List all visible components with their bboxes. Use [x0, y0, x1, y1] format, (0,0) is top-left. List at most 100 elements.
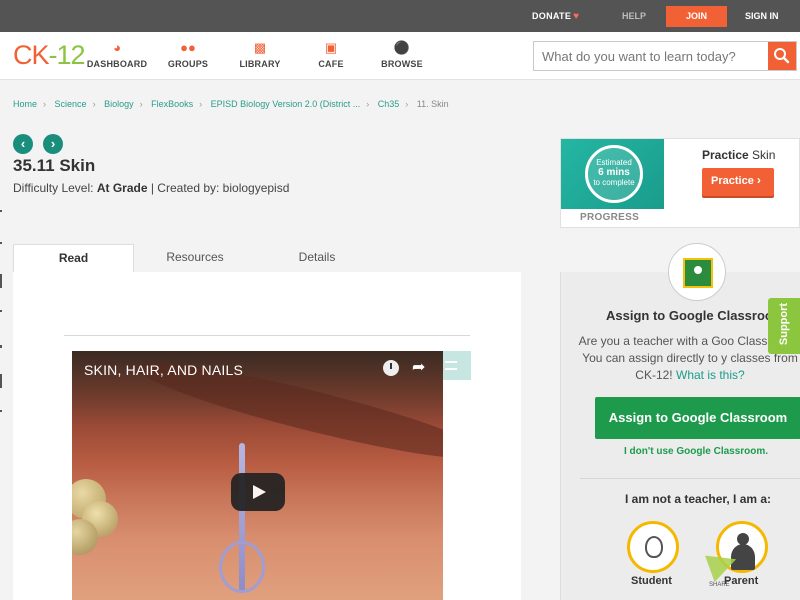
nav-library[interactable]: ▩ LIBRARY — [225, 40, 295, 69]
video-title: SKIN, HAIR, AND NAILS — [84, 362, 244, 378]
breadcrumb-chapter[interactable]: Ch35 — [378, 99, 400, 109]
left-edge-marks — [0, 200, 3, 420]
breadcrumb: Home › Science › Biology › FlexBooks › EPISD… — [13, 99, 449, 109]
nav-dashboard-label: DASHBOARD — [86, 59, 148, 69]
search-box — [533, 41, 797, 71]
classroom-title: Assign to Google Classroo — [606, 308, 773, 323]
nav-browse[interactable]: ⚫ BROWSE — [367, 40, 437, 69]
video-list-toggle[interactable] — [443, 351, 471, 380]
logo-dash: - — [48, 40, 58, 70]
breadcrumb-separator: › — [139, 99, 143, 109]
previous-button[interactable]: ‹ — [13, 134, 33, 154]
share-icon[interactable]: ➦ — [412, 357, 425, 377]
top-utility-bar: DONATE ♥ HELP JOIN SIGN IN — [0, 0, 800, 32]
next-button[interactable]: › — [43, 134, 63, 154]
tab-details[interactable]: Details — [256, 244, 378, 273]
what-is-this-link[interactable]: What is this? — [676, 368, 745, 382]
practice-title-bold: Practice — [702, 148, 749, 162]
practice-thumbnail: Estimated 6 mins to complete — [561, 139, 664, 209]
breadcrumb-science[interactable]: Science — [55, 99, 87, 109]
support-tab[interactable]: Support — [768, 298, 800, 354]
content-tabs: Read Resources Details — [13, 244, 521, 273]
breadcrumb-book[interactable]: EPISD Biology Version 2.0 (District ... — [211, 99, 361, 109]
created-by: | Created by: biologyepisd — [150, 181, 290, 195]
breadcrumb-separator: › — [366, 99, 370, 109]
heart-icon: ♥ — [573, 11, 580, 22]
progress-label: PROGRESS — [580, 212, 640, 223]
breadcrumb-home[interactable]: Home — [13, 99, 37, 109]
edge-mark — [0, 274, 2, 288]
logo-12: 12 — [56, 40, 86, 70]
video-frame-art — [219, 541, 265, 593]
share-label: SHARE — [709, 582, 730, 588]
list-icon — [445, 361, 457, 370]
breadcrumb-separator: › — [43, 99, 47, 109]
edge-mark — [0, 374, 2, 388]
video-player[interactable]: SKIN, HAIR, AND NAILS ➦ — [72, 351, 443, 600]
join-button[interactable]: JOIN — [666, 6, 727, 27]
edge-mark — [0, 345, 2, 348]
cafe-icon: ▣ — [324, 40, 338, 55]
assign-classroom-button[interactable]: Assign to Google Classroom — [595, 397, 800, 439]
estimated-label: Estimated — [596, 158, 632, 167]
practice-card: Estimated 6 mins to complete PROGRESS Pr… — [560, 138, 800, 228]
no-classroom-link[interactable]: I don't use Google Classroom. — [624, 446, 768, 457]
breadcrumb-flexbooks[interactable]: FlexBooks — [151, 99, 193, 109]
breadcrumb-current: 11. Skin — [416, 99, 449, 109]
search-button[interactable] — [768, 42, 796, 70]
breadcrumb-separator: › — [199, 99, 203, 109]
practice-title-rest: Skin — [748, 148, 776, 162]
chevron-left-icon: ‹ — [20, 136, 26, 151]
difficulty-value: At Grade — [96, 181, 148, 195]
groups-icon: ●● — [180, 40, 196, 55]
support-label: Support — [778, 302, 790, 346]
nav-groups[interactable]: ●● GROUPS — [153, 40, 223, 69]
help-link[interactable]: HELP — [622, 11, 646, 21]
ck12-logo[interactable]: CK-12 — [13, 40, 86, 70]
logo-ck: CK — [13, 40, 50, 70]
page-title: 35.11 Skin — [13, 156, 96, 175]
practice-title: Practice Skin — [702, 148, 775, 162]
student-role-button[interactable] — [627, 521, 679, 573]
library-icon: ▩ — [253, 40, 267, 55]
nav-cafe[interactable]: ▣ CAFE — [296, 40, 366, 69]
estimated-minutes: 6 mins — [598, 167, 630, 178]
nav-groups-label: GROUPS — [167, 59, 209, 69]
nav-dashboard[interactable]: ◕ DASHBOARD — [82, 40, 152, 69]
page-meta: Difficulty Level: At Grade | Created by:… — [13, 181, 289, 195]
google-classroom-card: Assign to Google Classroo Are you a teac… — [560, 243, 800, 600]
google-classroom-icon — [668, 243, 726, 301]
tab-resources[interactable]: Resources — [134, 244, 256, 273]
practice-button-label: Practice — [711, 175, 754, 187]
tab-read[interactable]: Read — [13, 244, 134, 273]
donate-link[interactable]: DONATE ♥ — [532, 11, 579, 22]
nav-cafe-label: CAFE — [318, 59, 344, 69]
chevron-right-icon: › — [756, 173, 761, 187]
breadcrumb-separator: › — [405, 99, 409, 109]
browse-icon: ⚫ — [393, 40, 411, 55]
classroom-text: Are you a teacher with a Goo Classroom? … — [575, 333, 800, 384]
nav-library-label: LIBRARY — [239, 59, 281, 69]
play-button[interactable] — [231, 473, 285, 511]
search-input[interactable] — [534, 42, 769, 70]
practice-button[interactable]: Practice › — [702, 168, 774, 196]
dashboard-icon: ◕ — [113, 40, 121, 55]
divider — [580, 478, 800, 479]
donate-label: DONATE — [532, 11, 572, 21]
estimated-time: Estimated 6 mins to complete — [588, 158, 640, 188]
student-icon — [645, 536, 663, 558]
watch-later-icon[interactable] — [383, 360, 399, 376]
student-label: Student — [631, 575, 672, 587]
edge-mark — [0, 410, 2, 412]
chevron-right-icon: › — [50, 136, 56, 151]
breadcrumb-biology[interactable]: Biology — [104, 99, 134, 109]
edge-mark — [0, 242, 2, 244]
divider — [64, 335, 470, 336]
classroom-board-icon — [683, 258, 713, 288]
edge-mark — [0, 210, 2, 212]
nav-browse-label: BROWSE — [381, 59, 423, 69]
search-icon — [774, 48, 790, 64]
difficulty-label: Difficulty Level: — [13, 181, 94, 195]
sign-in-link[interactable]: SIGN IN — [745, 11, 779, 21]
parent-head-icon — [737, 533, 749, 545]
